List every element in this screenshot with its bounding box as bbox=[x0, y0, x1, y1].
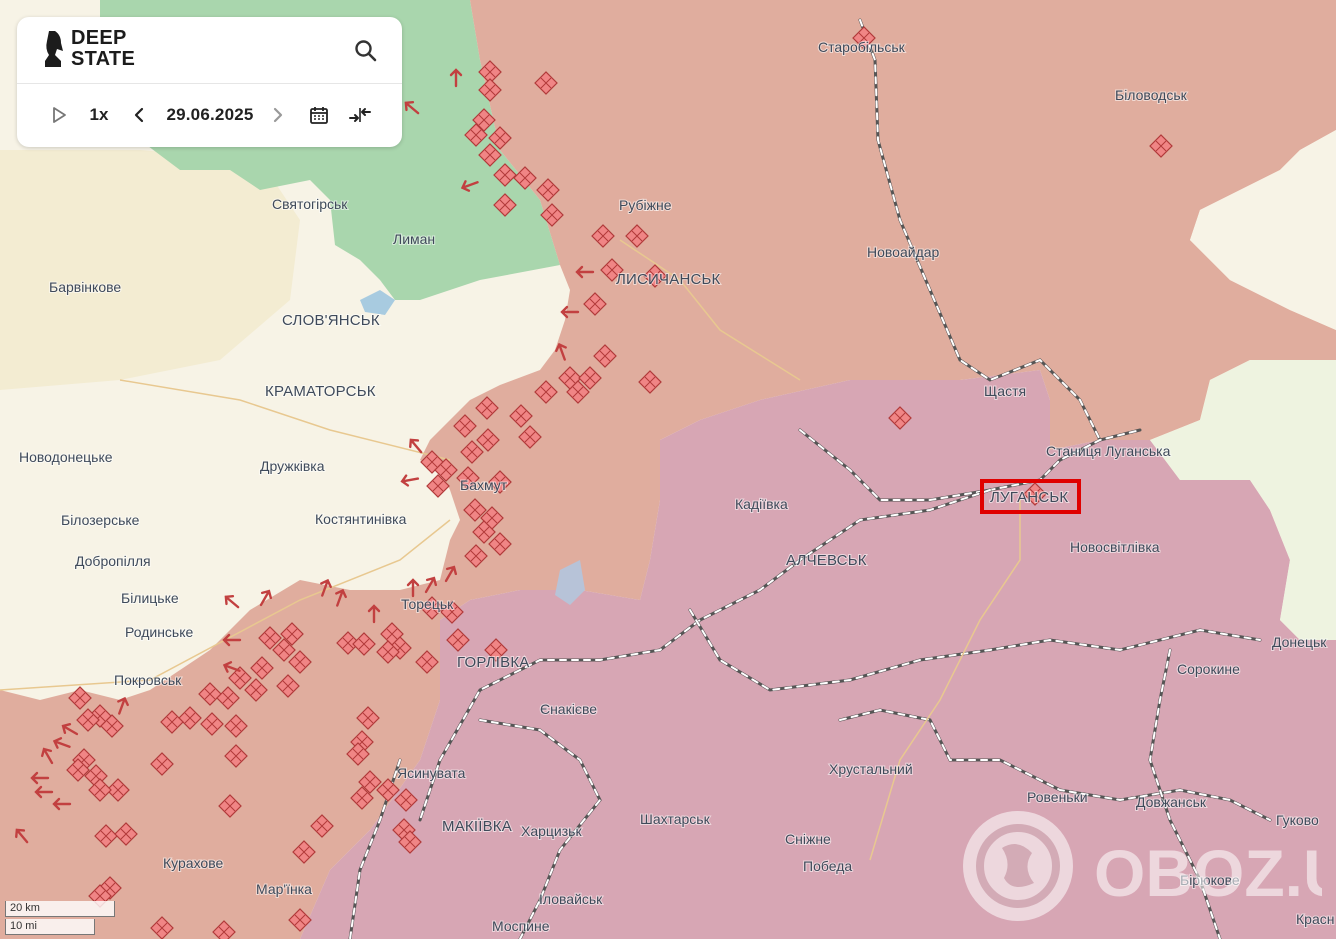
label-novoaidar: Новоайдар bbox=[867, 244, 940, 260]
label-dobropillia: Добропілля bbox=[75, 553, 151, 569]
label-krasnyi: Красн bbox=[1296, 911, 1334, 927]
label-kadiivka: Кадіївка bbox=[735, 496, 788, 512]
play-button[interactable] bbox=[49, 101, 69, 129]
label-dovzhansk: Довжанськ bbox=[1136, 794, 1207, 810]
label-shchastia: Щастя bbox=[984, 383, 1026, 399]
timeline-controls: 1x 29.06.2025 bbox=[17, 83, 402, 147]
collapse-arrows-icon bbox=[349, 108, 371, 122]
speed-toggle[interactable]: 1x bbox=[87, 101, 111, 129]
scale-mi: 10 mi bbox=[5, 919, 95, 935]
label-alchevsk: АЛЧЕВСЬК bbox=[786, 552, 867, 569]
label-sloviansk: СЛОВ'ЯНСЬК bbox=[282, 312, 380, 329]
chevron-left-icon bbox=[134, 107, 144, 123]
label-khartsyzk: Харцизьк bbox=[521, 823, 582, 839]
logo-line2: STATE bbox=[71, 48, 136, 70]
label-rodynske: Родинське bbox=[125, 624, 193, 640]
label-novodonetske: Новодонецьке bbox=[19, 449, 113, 465]
label-rubizhne: Рубіжне bbox=[619, 197, 672, 213]
timeline-panel: DEEP STATE 1x 29.06.2025 bbox=[17, 17, 402, 147]
label-makiivka: МАКІЇВКА bbox=[442, 818, 512, 835]
label-donetsk-town: Донецьк bbox=[1272, 634, 1327, 650]
logo-line1: DEEP bbox=[71, 27, 127, 49]
label-bakhmut: Бахмут bbox=[460, 477, 508, 493]
label-ilovaisk: Іловайськ bbox=[539, 891, 603, 907]
search-button[interactable] bbox=[354, 39, 378, 63]
label-shakhtarsk: Шахтарськ bbox=[640, 811, 711, 827]
logo-text: DEEP STATE bbox=[71, 28, 135, 70]
label-luhansk: ЛУГАНСЬК bbox=[990, 489, 1068, 506]
label-pokrovsk: Покровськ bbox=[114, 672, 182, 688]
label-stanytsia-luhanska: Станиця Луганська bbox=[1046, 443, 1171, 459]
label-yenakiieve: Єнакієве bbox=[540, 701, 597, 717]
label-hukovo: Гуково bbox=[1276, 812, 1319, 828]
label-bilozerske: Білозерське bbox=[61, 512, 140, 528]
label-svyatohirsk: Святогірськ bbox=[272, 196, 348, 212]
deepstate-knight-icon bbox=[45, 31, 63, 67]
label-lysychansk: ЛИСИЧАНСЬК bbox=[616, 271, 721, 288]
label-starobilsk: Старобільськ bbox=[818, 39, 906, 55]
compare-button[interactable] bbox=[347, 101, 373, 129]
label-druzhkivka: Дружківка bbox=[260, 458, 325, 474]
search-icon bbox=[355, 40, 377, 62]
label-kurakhove: Курахове bbox=[163, 855, 223, 871]
label-horlivka: ГОРЛІВКА bbox=[457, 654, 529, 671]
label-mospyne: Моспине bbox=[492, 918, 550, 934]
label-novosvitlivka: Новосвітлівка bbox=[1070, 539, 1160, 555]
prev-date-button[interactable] bbox=[130, 101, 148, 129]
chevron-right-icon bbox=[273, 107, 283, 123]
label-snizhne: Сніжне bbox=[785, 831, 831, 847]
label-marinka: Мар'їнка bbox=[256, 881, 312, 897]
label-khrustalnyi: Хрустальний bbox=[829, 761, 913, 777]
label-pobeda: Победа bbox=[803, 858, 852, 874]
calendar-icon bbox=[310, 107, 328, 124]
play-icon bbox=[53, 107, 66, 123]
label-toretsk: Торецьк bbox=[401, 596, 454, 612]
label-lyman: Лиман bbox=[393, 231, 435, 247]
deepstate-logo[interactable]: DEEP STATE bbox=[43, 28, 135, 70]
next-date-button[interactable] bbox=[269, 101, 287, 129]
label-bilytske: Білицьке bbox=[121, 590, 179, 606]
current-date[interactable]: 29.06.2025 bbox=[163, 101, 257, 129]
panel-header: DEEP STATE bbox=[17, 17, 402, 84]
label-kostiantynivka: Костянтинівка bbox=[315, 511, 407, 527]
label-kramatorsk: КРАМАТОРСЬК bbox=[265, 383, 376, 400]
scale-km: 20 km bbox=[5, 901, 115, 917]
label-yasynuvata: Ясинувата bbox=[397, 765, 466, 781]
map-scale: 20 km 10 mi bbox=[5, 899, 115, 935]
label-barvinkove: Барвінкове bbox=[49, 279, 121, 295]
label-biriukove: Бірюкове bbox=[1180, 872, 1240, 888]
calendar-button[interactable] bbox=[307, 101, 331, 129]
label-sorokyne: Сорокине bbox=[1177, 661, 1240, 677]
label-bilovodsk: Біловодськ bbox=[1115, 87, 1188, 103]
label-rovenky: Ровеньки bbox=[1027, 789, 1088, 805]
